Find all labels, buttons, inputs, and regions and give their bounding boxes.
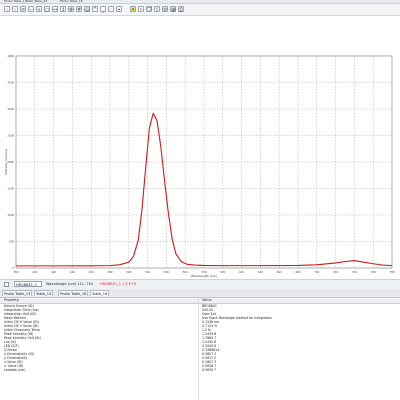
y-tick-label: 3000: [7, 107, 14, 111]
tab-photo-table-13[interactable]: Photo Table_13: [2, 290, 33, 296]
list-icon[interactable]: ≡: [20, 6, 26, 13]
zoom-y-icon[interactable]: ↕: [60, 6, 66, 13]
x-tick-label: 740: [352, 270, 357, 274]
x-tick-label: 700: [314, 270, 319, 274]
zoom-fit-icon[interactable]: ◻: [44, 6, 50, 13]
x-tick-label: 560: [183, 270, 188, 274]
y-tick-label: 2000: [7, 160, 14, 164]
x-tick-label: 620: [239, 270, 244, 274]
expand-icon[interactable]: [4, 282, 9, 287]
x-tick-label: 440: [70, 270, 75, 274]
value-cell: 0.5659 7: [202, 368, 217, 372]
x-tick-label: 380: [14, 270, 19, 274]
table-icon[interactable]: ▦: [170, 6, 176, 13]
zoom-out-icon[interactable]: −: [28, 6, 34, 13]
y-tick-label: 0: [12, 266, 14, 270]
lightbulb-icon[interactable]: ✦: [130, 6, 136, 13]
x-tick-label: 460: [89, 270, 94, 274]
settings-icon[interactable]: ⚙: [162, 6, 168, 13]
x-tick-label: 720: [333, 270, 338, 274]
tab-table-14[interactable]: Table_14: [34, 290, 54, 296]
x-tick-label: 660: [277, 270, 282, 274]
dataset-field[interactable]: HRGBBE1_1: [14, 281, 42, 287]
x-tick-label: 520: [145, 270, 150, 274]
y-tick-label: 1000: [7, 213, 14, 217]
x-tick-label: 600: [220, 270, 225, 274]
y-tick-label: 4000: [7, 54, 14, 58]
x-tick-label: 540: [164, 270, 169, 274]
copy-icon[interactable]: ❐: [146, 6, 152, 13]
x-tick-label: 780: [390, 270, 395, 274]
bottom-tab-bar: Photo Table_13 Table_14 Photo Table_18 T…: [0, 289, 400, 298]
y-tick-label: 2500: [7, 134, 14, 138]
cursor-icon[interactable]: ⌖: [116, 6, 122, 13]
zoom-in-icon[interactable]: +: [36, 6, 42, 13]
spectrum-chart[interactable]: 380 400 420 440 460 480 500 520 540 560 580 600 620 6…: [0, 16, 400, 278]
window-tab-2[interactable]: Peak Table_24: [26, 0, 47, 3]
y-axis-label: Intensity (counts): [4, 149, 8, 175]
marker-icon[interactable]: ◦: [108, 6, 114, 13]
property-cell: Lambda (nm): [4, 368, 26, 372]
x-tick-label: 760: [371, 270, 376, 274]
x-tick-label: 640: [258, 270, 263, 274]
baseline-icon[interactable]: _: [100, 6, 106, 13]
y-tick-label: 1500: [7, 187, 14, 191]
table-row[interactable]: Lambda (nm) 0.5659 7: [0, 368, 400, 372]
y-tick-label: 500: [9, 240, 14, 244]
print-icon[interactable]: ⎙: [178, 6, 184, 13]
peak-icon[interactable]: ^: [92, 6, 98, 13]
spectrum-plot-panel: 380 400 420 440 460 480 500 520 540 560 580 600 620 6…: [0, 16, 400, 278]
coordinate-readout: Wavelength (nm) 111, 744: [46, 282, 93, 286]
forward-icon[interactable]: ›: [12, 6, 18, 13]
pin-icon[interactable]: •: [138, 6, 144, 13]
column-header-property[interactable]: Property: [4, 298, 19, 303]
y-tick-label: 3500: [7, 81, 14, 85]
window-tab-1[interactable]: Photo Table_13: [4, 0, 27, 3]
tab-table-16[interactable]: Table_16: [90, 290, 110, 296]
stack-icon[interactable]: ▤: [84, 6, 90, 13]
property-table: Property Value Device Source (ID) BRC8800…: [0, 298, 400, 400]
x-tick-label: 500: [126, 270, 131, 274]
series-label: HRGBBE1_1 1.5 E+9: [100, 282, 137, 286]
pan-icon[interactable]: ✥: [68, 6, 74, 13]
grid-icon[interactable]: #: [76, 6, 82, 13]
column-header-value[interactable]: Value: [202, 298, 212, 303]
back-icon[interactable]: ‹: [4, 6, 10, 13]
x-tick-label: 680: [296, 270, 301, 274]
export-icon[interactable]: ⇪: [154, 6, 160, 13]
toolbar: ‹ › ≡ − + ◻ ↔ ↕ ✥ # ▤ ^ _ ◦ ⌖ ✦ • ❐ ⇪ ⚙ ▦ ⎙: [0, 4, 400, 16]
window-tab-3[interactable]: Photo Table_16: [60, 0, 83, 3]
tab-photo-table-18[interactable]: Photo Table_18: [58, 290, 89, 296]
x-axis-label: Wavelength (nm): [191, 274, 217, 278]
x-tick-label: 400: [32, 270, 37, 274]
zoom-x-icon[interactable]: ↔: [52, 6, 58, 13]
x-tick-label: 480: [108, 270, 113, 274]
x-tick-label: 420: [51, 270, 56, 274]
